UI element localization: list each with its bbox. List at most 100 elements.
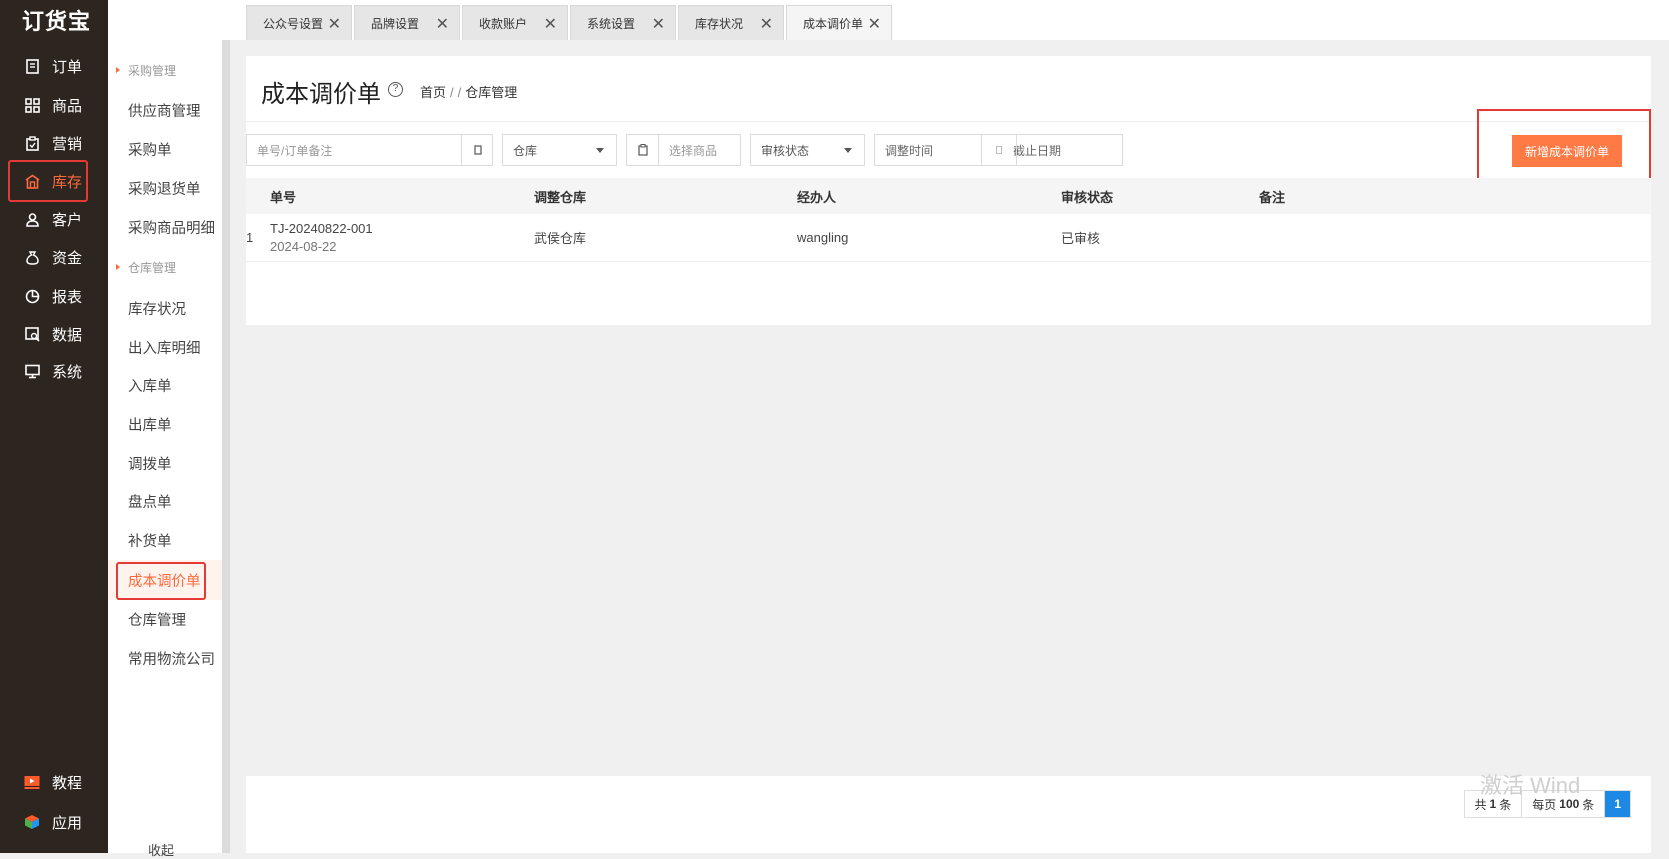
nav-item-label: 系统 [52,363,83,381]
page-scrollbar[interactable] [1651,40,1669,853]
column-header[interactable]: 审核状态 [1061,178,1113,214]
nav-item-data[interactable]: 数据 [0,316,108,352]
activation-watermark: 激活 Wind [1480,773,1581,798]
help-icon[interactable]: ? [388,82,403,97]
subnav-item[interactable]: 入库单 [108,365,230,405]
tab-brand-settings[interactable]: 品牌设置 ✕ [354,5,460,40]
nav-item-label: 订单 [52,58,83,76]
nav-item-label: 应用 [52,814,83,832]
column-header[interactable]: 调整仓库 [534,178,586,214]
nav-item-label: 商品 [52,97,83,115]
subnav-item[interactable]: 常用物流公司 [108,638,230,678]
data-icon [24,326,40,342]
table-row[interactable]: 1 TJ-20240822-001 2024-08-22 武侯仓库 wangli… [246,214,1651,262]
subnav-item[interactable]: 供应商管理 [108,90,230,130]
subnav-scrollbar[interactable] [222,40,230,853]
column-header[interactable]: 单号 [270,178,296,214]
subnav-item[interactable]: 库存状况 [108,288,230,328]
pie-chart-icon [24,288,40,304]
tab-bar: 公众号设置 ✕ 品牌设置 ✕ 收款账户 ✕ 系统设置 ✕ 库存状况 ✕ 成本调价单 ✕ [230,0,1669,40]
close-icon[interactable]: ✕ [652,14,665,34]
nav-item-label: 教程 [52,774,83,792]
subnav-group-purchase: 采购管理 [108,55,230,85]
range-separator-icon [981,135,1017,165]
subnav-item[interactable]: 采购退货单 [108,168,230,208]
highlight-frame [116,562,206,600]
goods-select[interactable]: 选择商品 [626,134,741,166]
column-header[interactable]: 备注 [1259,178,1285,214]
breadcrumb-separator: / [457,85,462,100]
nav-item-label: 报表 [52,288,83,306]
close-icon[interactable]: ✕ [760,14,773,34]
order-number-cell[interactable]: TJ-20240822-001 2024-08-22 [270,214,373,261]
order-icon [24,58,40,74]
breadcrumb-current: 仓库管理 [465,85,518,100]
close-icon[interactable]: ✕ [544,14,557,34]
nav-item-order[interactable]: 订单 [0,48,108,84]
subnav-item[interactable]: 仓库管理 [108,599,230,639]
subnav-item[interactable]: 采购单 [108,129,230,169]
date-range-picker[interactable]: 调整时间 截止日期 [874,134,1123,166]
subnav-item-active[interactable]: 成本调价单 [108,560,230,600]
order-date: 2024-08-22 [270,239,337,254]
nav-item-label: 客户 [52,211,83,229]
chevron-down-icon [596,148,604,153]
subnav-item[interactable]: 出入库明细 [108,327,230,367]
close-icon[interactable]: ✕ [436,14,449,34]
breadcrumb: 首页 / / 仓库管理 [420,82,521,101]
main-panel: 成本调价单 ? 首页 / / 仓库管理 单号/订单备注 仓库 选择商品 审核状态 调整… [246,56,1651,325]
row-index: 1 [246,230,254,245]
subnav-group-warehouse: 仓库管理 [108,252,230,282]
table-header: 单号 调整仓库 经办人 审核状态 备注 [246,178,1651,214]
search-input[interactable]: 单号/订单备注 [246,134,493,166]
subnav-item[interactable]: 采购商品明细 [108,207,230,247]
nav-item-reports[interactable]: 报表 [0,278,108,314]
page-button-current[interactable]: 1 [1605,791,1630,817]
close-icon[interactable]: ✕ [328,14,341,34]
nav-item-label: 资金 [52,249,83,267]
warehouse-cell: 武侯仓库 [534,231,587,246]
main-nav: 订货宝 订单 商品 营销 库存 客户 资金 报表 数据 系统 教程 应用 [0,0,108,853]
nav-item-apps[interactable]: 应用 [0,804,108,840]
nav-item-inventory[interactable]: 库存 [0,160,108,202]
marketing-icon [24,135,40,151]
subnav-item[interactable]: 出库单 [108,404,230,444]
customer-icon [24,211,40,227]
subnav-header [108,0,230,40]
app-logo: 订货宝 [22,9,92,34]
nav-item-funds[interactable]: 资金 [0,239,108,275]
goods-icon [24,97,40,113]
nav-item-tutorial[interactable]: 教程 [0,764,108,800]
tab-cost-adjustment[interactable]: 成本调价单 ✕ [786,5,892,40]
search-icon[interactable] [461,135,493,165]
nav-item-goods[interactable]: 商品 [0,87,108,123]
app-cube-icon [24,814,40,830]
tab-system-settings[interactable]: 系统设置 ✕ [570,5,676,40]
breadcrumb-separator: / [450,85,454,100]
page-title: 成本调价单 [261,81,381,108]
subnav-item[interactable]: 补货单 [108,520,230,560]
pagination-bar: 共1条 每页 100 条 1 [246,776,1651,853]
chevron-down-icon [844,148,852,153]
start-date-input[interactable]: 调整时间 [875,142,933,159]
collapse-button[interactable]: 收起 [108,840,230,859]
breadcrumb-home[interactable]: 首页 [420,85,446,100]
nav-item-customer[interactable]: 客户 [0,201,108,237]
warehouse-select[interactable]: 仓库 [502,134,617,166]
tab-wechat-settings[interactable]: 公众号设置 ✕ [246,5,352,40]
close-icon[interactable]: ✕ [868,14,881,34]
tab-inventory-status[interactable]: 库存状况 ✕ [678,5,784,40]
subnav-item[interactable]: 调拨单 [108,443,230,483]
subnav-item[interactable]: 盘点单 [108,481,230,521]
sub-nav: 采购管理 供应商管理 采购单 采购退货单 采购商品明细 仓库管理 库存状况 出入… [108,40,230,858]
column-header[interactable]: 经办人 [797,178,836,214]
add-cost-adjustment-button[interactable]: 新增成本调价单 [1512,135,1622,167]
nav-item-marketing[interactable]: 营销 [0,125,108,161]
tab-payment-account[interactable]: 收款账户 ✕ [462,5,568,40]
audit-status-select[interactable]: 审核状态 [750,134,865,166]
nav-item-system[interactable]: 系统 [0,353,108,389]
monitor-icon [24,363,40,379]
order-number[interactable]: TJ-20240822-001 [270,221,373,236]
handler-cell: wangling [797,230,849,245]
video-icon [24,774,40,790]
